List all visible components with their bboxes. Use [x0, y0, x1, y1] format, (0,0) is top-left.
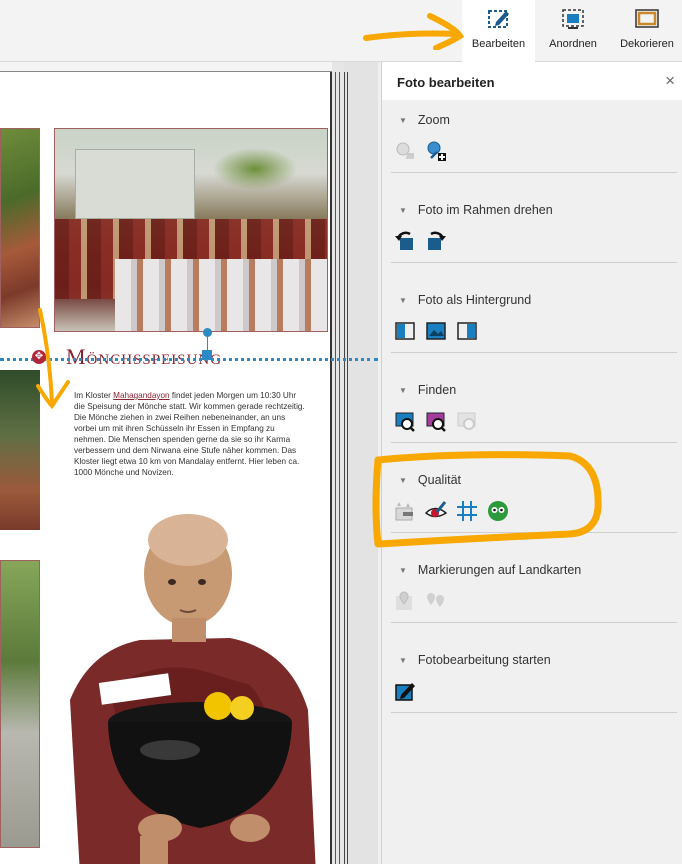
photo-street[interactable]: [0, 370, 40, 530]
face-detect-icon[interactable]: [487, 500, 509, 522]
rotate-right-icon[interactable]: [425, 230, 447, 252]
divider-6: [391, 622, 677, 623]
zoom-out-icon[interactable]: [394, 140, 416, 162]
page-edge-1: [330, 72, 332, 864]
move-handle-icon[interactable]: ✥: [32, 350, 46, 364]
photo-monks-queue[interactable]: [54, 128, 328, 332]
background-full-icon[interactable]: [425, 320, 447, 342]
section-background-label: Foto als Hintergrund: [417, 293, 532, 307]
section-start-header[interactable]: ▼ Fotobearbeitung starten: [391, 650, 677, 670]
map-marker-icon[interactable]: [394, 590, 416, 612]
zoom-in-icon[interactable]: [425, 140, 447, 162]
page-edge-3: [339, 72, 340, 864]
section-zoom-header[interactable]: ▼ Zoom: [391, 110, 677, 130]
section-background-header[interactable]: ▼ Foto als Hintergrund: [391, 290, 677, 310]
section-quality-header[interactable]: ▼ Qualität: [391, 470, 677, 490]
auto-enhance-icon[interactable]: [394, 500, 416, 522]
decorate-tab-button[interactable]: Dekorieren: [612, 0, 682, 62]
edit-icon: [487, 10, 509, 28]
section-find-label: Finden: [417, 383, 457, 397]
section-background: ▼ Foto als Hintergrund: [391, 290, 677, 344]
rotate-handle-line: [207, 336, 208, 350]
photo-road[interactable]: [0, 560, 40, 848]
text-body-start: Im Kloster: [74, 391, 114, 400]
alignment-guide: [0, 358, 378, 361]
section-start-editing: ▼ Fotobearbeitung starten: [391, 650, 677, 704]
find-disabled-icon[interactable]: [456, 410, 478, 432]
rotate-left-icon[interactable]: [394, 230, 416, 252]
section-quality: ▼ Qualität: [391, 470, 677, 524]
edit-tab-label: Bearbeiten: [471, 38, 526, 50]
text-title[interactable]: Mönchsspeisung: [66, 344, 222, 370]
arrange-icon: [562, 9, 584, 29]
grid-icon[interactable]: [456, 500, 478, 522]
section-zoom-icons: [391, 140, 677, 164]
photo-monk-cutout[interactable]: [50, 510, 320, 864]
map-markers-icon[interactable]: [425, 590, 447, 612]
photo-building: [75, 149, 195, 219]
divider-5: [391, 532, 677, 533]
resize-handle[interactable]: [202, 350, 212, 360]
close-icon[interactable]: ×: [665, 71, 675, 91]
edit-tab-button[interactable]: Bearbeiten: [462, 0, 535, 62]
divider-4: [391, 442, 677, 443]
section-rotate: ▼ Foto im Rahmen drehen: [391, 200, 677, 254]
divider-2: [391, 262, 677, 263]
divider-1: [391, 172, 677, 173]
section-rotate-icons: [391, 230, 677, 254]
decorate-tab-label: Dekorieren: [620, 38, 674, 50]
section-map-icons: [391, 590, 677, 614]
arrange-tab-button[interactable]: Anordnen: [540, 0, 606, 62]
section-find-icons: [391, 410, 677, 434]
section-find: ▼ Finden: [391, 380, 677, 434]
section-rotate-header[interactable]: ▼ Foto im Rahmen drehen: [391, 200, 677, 220]
section-map-header[interactable]: ▼ Markierungen auf Landkarten: [391, 560, 677, 580]
decorate-icon: [635, 9, 659, 28]
edit-photo-icon[interactable]: [394, 680, 416, 702]
section-zoom: ▼ Zoom: [391, 110, 677, 164]
text-body-rest: findet jeden Morgen um 10:30 Uhr die Spe…: [74, 391, 305, 477]
ruler: [0, 62, 332, 72]
top-toolbar: Bearbeiten Anordnen Dekorieren: [0, 0, 682, 62]
background-right-icon[interactable]: [456, 320, 478, 342]
photo-novices: [115, 259, 327, 331]
section-find-header[interactable]: ▼ Finden: [391, 380, 677, 400]
section-rotate-label: Foto im Rahmen drehen: [417, 203, 553, 217]
canvas-area[interactable]: Mönchsspeisung Im Kloster Mahagandayon f…: [0, 62, 378, 864]
edit-photo-panel: Foto bearbeiten × ▼ Zoom ▼ Foto im Rahmen …: [381, 62, 682, 864]
section-start-label: Fotobearbeitung starten: [417, 653, 551, 667]
background-left-icon[interactable]: [394, 320, 416, 342]
section-map-label: Markierungen auf Landkarten: [417, 563, 582, 577]
arrange-tab-label: Anordnen: [549, 38, 597, 50]
divider-7: [391, 712, 677, 713]
section-quality-label: Qualität: [417, 473, 462, 487]
panel-title: Foto bearbeiten: [397, 75, 495, 90]
section-background-icons: [391, 320, 677, 344]
section-map: ▼ Markierungen auf Landkarten: [391, 560, 677, 614]
find-photo-icon[interactable]: [394, 410, 416, 432]
red-eye-icon[interactable]: [425, 500, 447, 522]
text-body[interactable]: Im Kloster Mahagandayon findet jeden Mor…: [74, 390, 306, 478]
page-edge-2: [335, 72, 336, 864]
find-similar-icon[interactable]: [425, 410, 447, 432]
text-body-link: Mahagandayon: [113, 391, 170, 400]
section-start-icons: [391, 680, 677, 704]
panel-header: Foto bearbeiten ×: [382, 62, 682, 100]
photo-trees[interactable]: [0, 128, 40, 328]
section-quality-icons: [391, 500, 677, 524]
divider-3: [391, 352, 677, 353]
page-spine: [344, 62, 378, 864]
album-page[interactable]: Mönchsspeisung Im Kloster Mahagandayon f…: [0, 72, 330, 864]
section-zoom-label: Zoom: [417, 113, 450, 127]
